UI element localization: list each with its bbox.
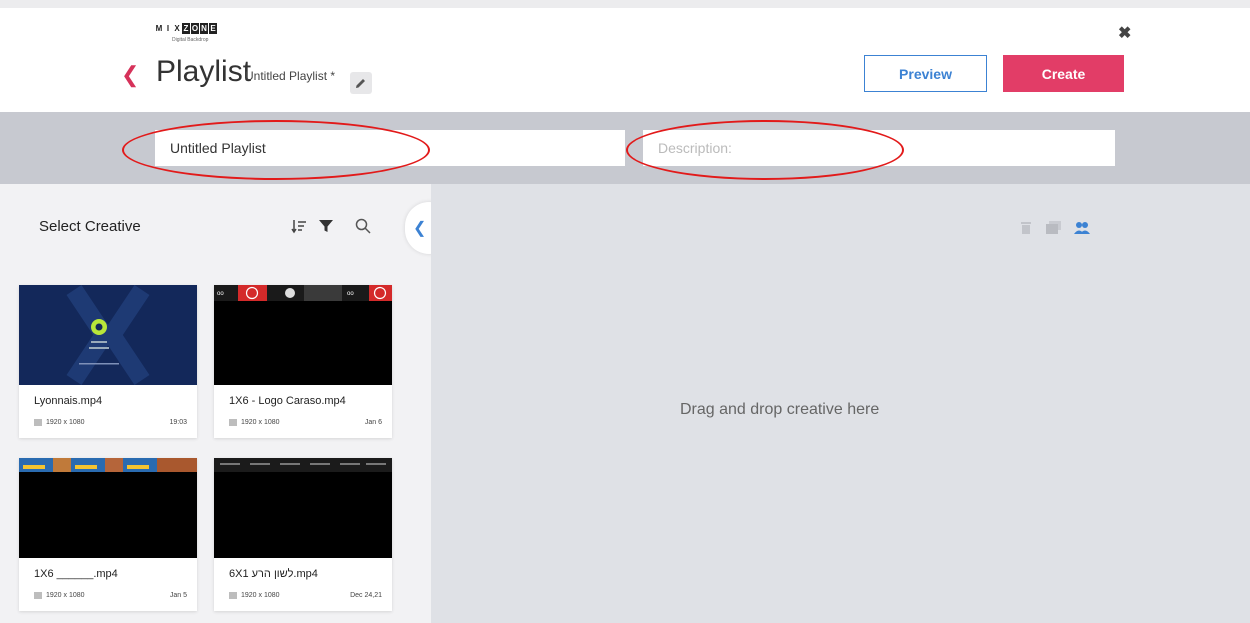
thumbnail: oo oo xyxy=(214,285,392,385)
logo-letter: E xyxy=(209,23,217,34)
preview-button[interactable]: Preview xyxy=(864,55,987,92)
filter-icon[interactable] xyxy=(318,218,334,239)
logo-subtitle: Digital Backdrop xyxy=(172,37,209,43)
creative-card[interactable]: Lyonnais.mp4 1920 x 1080 19:03 xyxy=(19,285,197,438)
logo-letter: I xyxy=(164,23,172,34)
logo-letter: O xyxy=(191,23,199,34)
creative-name: 1X6 ______.mp4 xyxy=(34,568,118,580)
search-icon[interactable] xyxy=(355,218,371,239)
creative-date: Jan 6 xyxy=(364,419,382,426)
creative-card[interactable]: 1X6 ______.mp4 1920 x 1080 Jan 5 xyxy=(19,458,197,611)
resolution-text: 1920 x 1080 xyxy=(46,592,85,599)
resolution-icon xyxy=(34,419,42,426)
logo-letter: Z xyxy=(182,23,190,34)
creative-resolution: 1920 x 1080 xyxy=(34,592,85,599)
creative-resolution: 1920 x 1080 xyxy=(229,592,280,599)
creative-date: 19:03 xyxy=(169,419,187,426)
trash-icon[interactable] xyxy=(1020,221,1032,240)
thumbnail xyxy=(214,458,392,558)
close-icon[interactable]: ✖ xyxy=(1118,23,1131,43)
pencil-icon xyxy=(356,79,365,88)
edit-name-button[interactable] xyxy=(350,72,372,94)
resolution-icon xyxy=(229,419,237,426)
creative-name: 1X6 - Logo Caraso.mp4 xyxy=(229,395,346,407)
svg-text:oo: oo xyxy=(217,291,224,297)
chevron-left-icon: ❮ xyxy=(413,220,427,237)
creative-card[interactable]: oo oo 1X6 - Logo Caraso.mp4 1920 x 1080 … xyxy=(214,285,392,438)
creative-resolution: 1920 x 1080 xyxy=(34,419,85,426)
resolution-text: 1920 x 1080 xyxy=(241,419,280,426)
resolution-icon xyxy=(34,592,42,599)
creative-resolution: 1920 x 1080 xyxy=(229,419,280,426)
description-input[interactable] xyxy=(643,130,1115,166)
thumbnail xyxy=(19,458,197,558)
users-icon[interactable] xyxy=(1074,221,1090,240)
back-arrow-icon[interactable]: ❮ xyxy=(121,64,139,86)
logo-letter: X xyxy=(173,23,181,34)
layers-icon[interactable] xyxy=(1046,221,1062,240)
panel-title: Select Creative xyxy=(39,218,141,235)
mixzone-logo: M I X Z O N E xyxy=(155,23,217,34)
creative-date: Jan 5 xyxy=(169,592,187,599)
creative-name: Lyonnais.mp4 xyxy=(34,395,103,407)
svg-text:oo: oo xyxy=(347,291,354,297)
creative-card[interactable]: 6X1 לשון הרע.mp4 1920 x 1080 Dec 24,21 xyxy=(214,458,392,611)
resolution-icon xyxy=(229,592,237,599)
playlist-name-label: Untitled Playlist * xyxy=(245,69,336,83)
logo-letter: M xyxy=(155,23,163,34)
page-title: Playlist xyxy=(156,55,252,88)
playlist-name-input[interactable] xyxy=(155,130,625,166)
create-button[interactable]: Create xyxy=(1003,55,1124,92)
drop-hint: Drag and drop creative here xyxy=(680,401,880,418)
creative-date: Dec 24,21 xyxy=(350,592,382,599)
thumbnail xyxy=(19,285,197,385)
sort-icon[interactable] xyxy=(291,218,307,239)
logo-letter: N xyxy=(200,23,208,34)
creative-name: 6X1 לשון הרע.mp4 xyxy=(229,568,318,580)
resolution-text: 1920 x 1080 xyxy=(241,592,280,599)
resolution-text: 1920 x 1080 xyxy=(46,419,85,426)
